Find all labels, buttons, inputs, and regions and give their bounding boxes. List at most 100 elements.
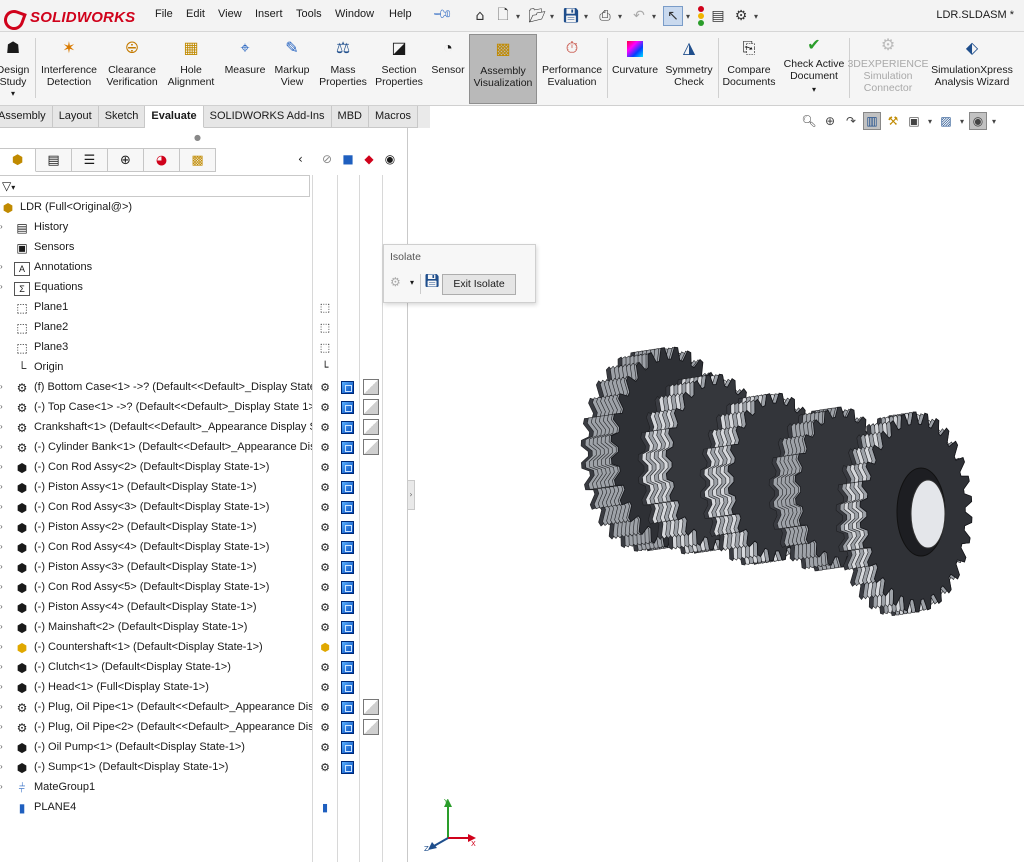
undo-icon[interactable]: ↶ [629, 6, 649, 26]
expand-icon[interactable]: › [0, 557, 3, 577]
view-orientation-icon[interactable]: ▣ [905, 112, 923, 130]
expand-icon[interactable]: › [0, 497, 3, 517]
performance-evaluation-button[interactable]: ⏱ Performance Evaluation [540, 34, 604, 104]
tree-item-component[interactable]: › ⬢ (-) Clutch<1> (Default<Display State-1… [0, 657, 312, 677]
tab-layout[interactable]: Layout [52, 106, 99, 128]
chevron-down-icon[interactable]: ▾ [812, 84, 816, 96]
chevron-down-icon[interactable]: ▾ [618, 12, 626, 21]
expand-icon[interactable]: › [0, 417, 3, 437]
display-mode-icon[interactable] [341, 541, 354, 554]
tree-item-mategroup[interactable]: › ⫩ MateGroup1 [0, 777, 312, 797]
home-icon[interactable]: ⌂ [470, 6, 490, 26]
chevron-left-icon[interactable]: ‹ [298, 152, 303, 166]
component-state-icon[interactable]: ⚙ [318, 720, 332, 734]
markup-view-button[interactable]: ✎ Markup View [270, 34, 314, 104]
3dexperience-simulation-connector-button[interactable]: ⚙ 3DEXPERIENCE Simulation Connector [847, 34, 928, 104]
component-state-icon[interactable]: ⚙ [318, 420, 332, 434]
tree-item-component[interactable]: › ⚙ (-) Plug, Oil Pipe<1> (Default<<Defaul… [0, 697, 312, 717]
chevron-down-icon[interactable]: ▾ [652, 12, 660, 21]
mass-properties-button[interactable]: ⚖ Mass Properties [316, 34, 370, 104]
tree-item-component[interactable]: › ⬢ (-) Mainshaft<2> (Default<Display Stat… [0, 617, 312, 637]
display-mode-icon[interactable] [341, 601, 354, 614]
display-mode-icon[interactable] [341, 681, 354, 694]
tab-assembly[interactable]: Assembly [0, 106, 53, 128]
component-state-icon[interactable]: ⚙ [318, 760, 332, 774]
expand-icon[interactable]: › [0, 737, 3, 757]
menu-file[interactable]: File [155, 8, 173, 20]
tab-displaymanager[interactable]: ◕ [144, 148, 180, 172]
tree-item-component[interactable]: › ⚙ (-) Plug, Oil Pipe<2> (Default<<Defaul… [0, 717, 312, 737]
tree-item-component[interactable]: › ⬢ (-) Piston Assy<1> (Default<Display St… [0, 477, 312, 497]
component-state-icon-highlighted[interactable]: ⬢ [318, 640, 332, 654]
component-state-icon[interactable]: ⚙ [318, 700, 332, 714]
expand-icon[interactable]: › [0, 477, 3, 497]
expand-icon[interactable]: › [0, 277, 3, 297]
clearance-verification-button[interactable]: ⨸ Clearance Verification [103, 34, 161, 104]
appearance-state-icon[interactable] [363, 379, 379, 395]
expand-icon[interactable]: › [0, 577, 3, 597]
display-mode-icon[interactable] [341, 581, 354, 594]
graphics-area[interactable] [416, 132, 1024, 862]
menu-insert[interactable]: Insert [255, 8, 283, 20]
expand-icon[interactable]: › [0, 597, 3, 617]
expand-icon[interactable]: › [0, 637, 3, 657]
expand-icon[interactable]: › [0, 757, 3, 777]
pin-icon[interactable]: 📌︎ [431, 3, 453, 25]
tree-item-annotations[interactable]: › A Annotations [0, 257, 312, 277]
chevron-down-icon[interactable]: ▾ [11, 88, 15, 100]
expand-icon[interactable]: › [0, 517, 3, 537]
curvature-button[interactable]: Curvature [610, 34, 660, 104]
component-state-icon[interactable]: ⚙ [318, 560, 332, 574]
display-mode-icon[interactable] [341, 621, 354, 634]
tree-item-plane4[interactable]: ▮ PLANE4 [0, 797, 312, 817]
origin-state-icon[interactable]: └ [318, 360, 332, 374]
tab-dimxpertmanager[interactable]: ⊕ [108, 148, 144, 172]
component-state-icon[interactable]: ⚙ [318, 520, 332, 534]
component-state-icon[interactable]: ⚙ [318, 620, 332, 634]
display-mode-icon[interactable] [341, 441, 354, 454]
tree-item-history[interactable]: › ▤ History [0, 217, 312, 237]
tree-item-sensors[interactable]: ▣ Sensors [0, 237, 312, 257]
appearance-icon[interactable]: ◆ [360, 150, 378, 168]
chevron-down-icon[interactable]: ▾ [550, 12, 558, 21]
tab-assembly-visualization[interactable]: ▩ [180, 148, 216, 172]
save-icon[interactable]: 💾︎ [561, 6, 581, 26]
expand-icon[interactable]: › [0, 457, 3, 477]
display-mode-icon[interactable] [341, 701, 354, 714]
display-mode-icon[interactable] [341, 721, 354, 734]
tab-propertymanager[interactable]: ▤ [36, 148, 72, 172]
display-mode-icon[interactable] [341, 741, 354, 754]
component-state-icon[interactable]: ⚙ [318, 500, 332, 514]
tab-macros[interactable]: Macros [369, 106, 419, 128]
component-state-icon[interactable]: ⚙ [318, 460, 332, 474]
appearance-state-icon[interactable] [363, 719, 379, 735]
appearance-state-icon[interactable] [363, 699, 379, 715]
measure-button[interactable]: ⌖ Measure [222, 34, 268, 104]
plane-state-icon[interactable]: ⬚ [318, 340, 332, 354]
tree-item-component[interactable]: › ⚙ Crankshaft<1> (Default<<Default>_Appea… [0, 417, 312, 437]
expand-icon[interactable]: › [0, 377, 3, 397]
display-mode-icon[interactable]: ■ [339, 150, 357, 168]
file-properties-icon[interactable]: ▤ [708, 6, 728, 26]
print-icon[interactable]: ⎙ [595, 6, 615, 26]
tree-item-component[interactable]: › ⬢ (-) Head<1> (Full<Display State-1>) [0, 677, 312, 697]
menu-edit[interactable]: Edit [186, 8, 205, 20]
tree-item-component[interactable]: › ⬢ (-) Con Rod Assy<5> (Default<Display S… [0, 577, 312, 597]
tree-item-component[interactable]: › ⬢ (-) Con Rod Assy<3> (Default<Display S… [0, 497, 312, 517]
tree-item-component[interactable]: › ⬢ (-) Con Rod Assy<2> (Default<Display S… [0, 457, 312, 477]
chevron-down-icon[interactable]: ▾ [516, 12, 524, 21]
countershaft-gear-model[interactable] [580, 346, 973, 616]
chevron-down-icon[interactable]: ▾ [584, 12, 592, 21]
expand-icon[interactable]: › [0, 697, 3, 717]
tree-item-plane3[interactable]: ⬚ Plane3 [0, 337, 312, 357]
chevron-down-icon[interactable]: ▾ [958, 112, 966, 130]
menu-help[interactable]: Help [389, 8, 412, 20]
display-mode-icon[interactable] [341, 401, 354, 414]
tree-item-equations[interactable]: › Σ Equations [0, 277, 312, 297]
expand-icon[interactable]: › [0, 257, 3, 277]
expand-icon[interactable]: › [0, 437, 3, 457]
zoom-to-fit-icon[interactable]: 🔍︎ [800, 112, 818, 130]
plane-state-icon[interactable]: ⬚ [318, 300, 332, 314]
plane-state-icon[interactable]: ⬚ [318, 320, 332, 334]
tab-featuremanager[interactable]: ⬢ [0, 148, 36, 172]
